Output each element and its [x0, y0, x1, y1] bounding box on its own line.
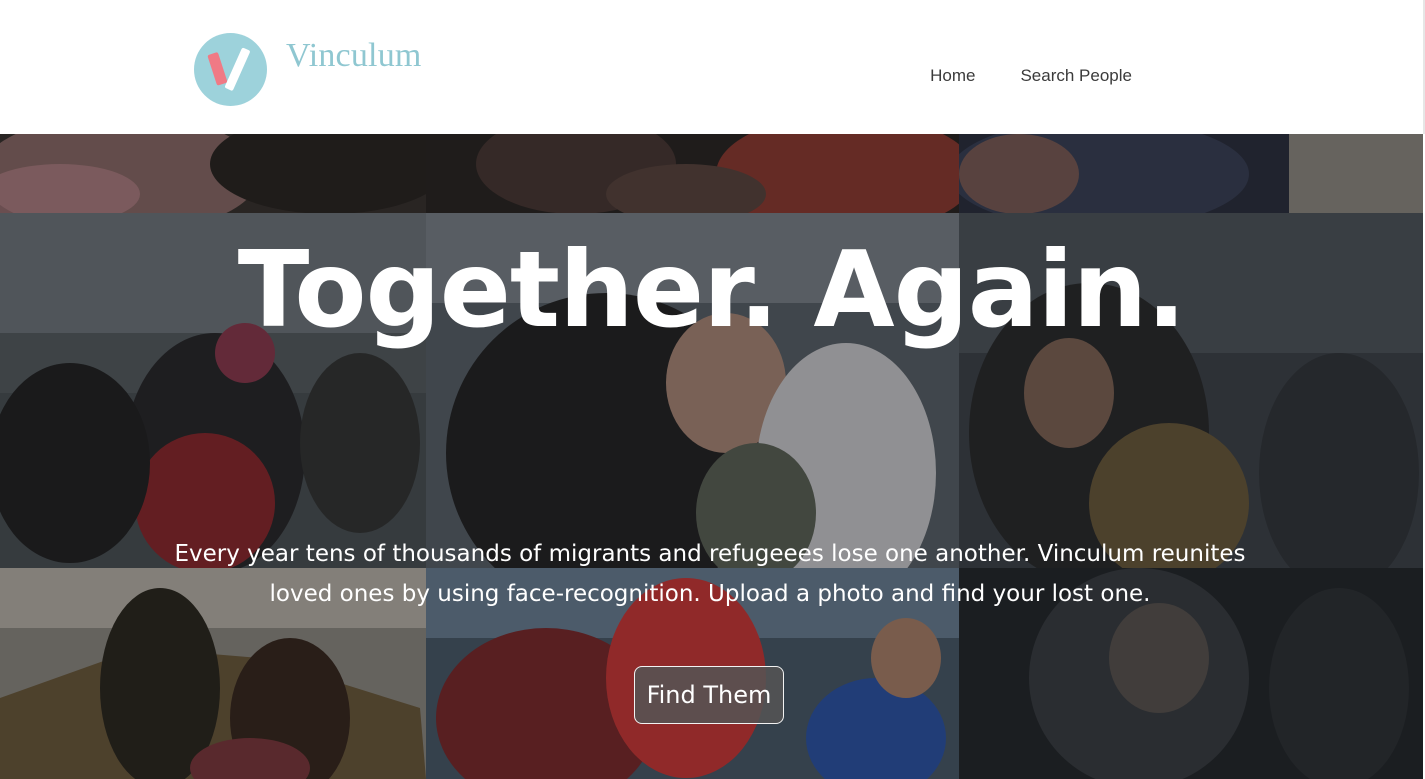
- brand-name: Vinculum: [286, 37, 422, 74]
- navbar: Vinculum Home Search People: [0, 0, 1425, 134]
- nav-search-people-link[interactable]: Search People: [1020, 64, 1132, 88]
- hero-section: Together. Again. Every year tens of thou…: [0, 134, 1423, 779]
- brand-link[interactable]: Vinculum: [194, 33, 422, 107]
- hero-description: Every year tens of thousands of migrants…: [174, 541, 1246, 607]
- find-them-button[interactable]: Find Them: [634, 666, 784, 724]
- v-logo-icon: [194, 33, 267, 106]
- main-nav: Home Search People: [930, 64, 1132, 88]
- hero-title: Together. Again.: [237, 229, 1187, 351]
- nav-home-link[interactable]: Home: [930, 64, 975, 88]
